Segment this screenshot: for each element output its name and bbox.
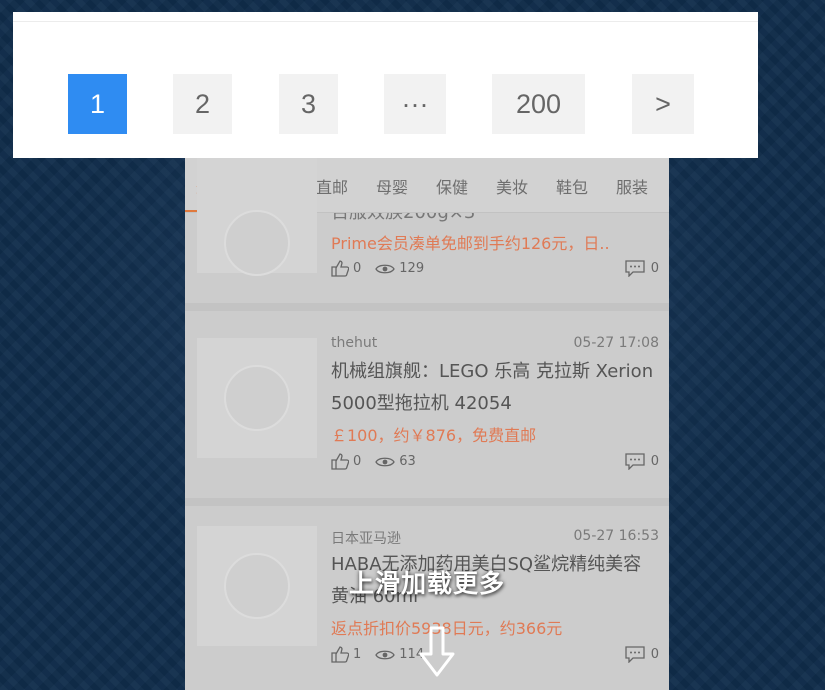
thumbs-up-icon[interactable] <box>331 646 349 663</box>
placeholder-logo-icon <box>224 365 290 431</box>
divider <box>185 303 669 311</box>
post-price: 返点折扣价5938日元，约366元 <box>331 619 563 638</box>
comment-count: 0 <box>650 454 659 469</box>
tab-bags-shoes[interactable]: 鞋包 <box>556 174 588 198</box>
view-count: 63 <box>399 454 416 469</box>
mobile-screen: 最新 最热 直邮 母婴 保健 美妆 鞋包 服装 百服效族200g×3 Prime… <box>185 158 669 690</box>
eye-icon <box>375 264 396 273</box>
view-count: 129 <box>399 261 425 276</box>
thumbs-up-icon[interactable] <box>331 453 349 470</box>
post-comments[interactable]: 0 <box>625 646 659 663</box>
product-thumbnail <box>197 338 317 458</box>
post-source: thehut <box>331 335 378 351</box>
post-price: Prime会员凑单免邮到手约126元，日.. <box>331 234 610 253</box>
page-button-3[interactable]: 3 <box>279 74 338 134</box>
placeholder-logo-icon <box>224 210 290 276</box>
comment-count: 0 <box>650 261 659 276</box>
comment-count: 0 <box>650 647 659 662</box>
page-button-1[interactable]: 1 <box>68 74 127 134</box>
post-source: 日本亚马逊 <box>331 531 401 547</box>
page-button-200[interactable]: 200 <box>492 74 585 134</box>
thumbs-up-icon[interactable] <box>331 260 349 277</box>
post-stats: 0 129 <box>331 260 438 277</box>
tab-baby[interactable]: 母婴 <box>376 174 408 198</box>
post-comments[interactable]: 0 <box>625 453 659 470</box>
comment-icon <box>625 260 645 277</box>
comment-icon <box>625 646 645 663</box>
post-time: 05-27 17:08 <box>573 335 659 351</box>
post-title: 机械组旗舰：LEGO 乐高 克拉斯 Xerion 5000型拖拉机 42054 <box>331 361 654 414</box>
page-button-2[interactable]: 2 <box>173 74 232 134</box>
tab-beauty[interactable]: 美妆 <box>496 174 528 198</box>
eye-icon <box>375 650 396 659</box>
post-time: 05-27 16:53 <box>573 528 659 544</box>
list-item[interactable]: 百服效族200g×3 Prime会员凑单免邮到手约126元，日.. 0 129 … <box>185 158 669 303</box>
post-comments[interactable]: 0 <box>625 260 659 277</box>
post-stats: 0 63 <box>331 453 430 470</box>
like-count: 0 <box>353 261 362 276</box>
tab-direct-mail[interactable]: 直邮 <box>316 174 348 198</box>
tab-clothing[interactable]: 服装 <box>616 174 648 198</box>
page-ellipsis: ··· <box>384 74 446 134</box>
next-page-button[interactable]: > <box>632 74 694 134</box>
list-item[interactable]: thehut 05-27 17:08 机械组旗舰：LEGO 乐高 克拉斯 Xer… <box>185 311 669 498</box>
product-thumbnail <box>197 158 317 276</box>
like-count: 0 <box>353 454 362 469</box>
pull-up-load-more-caption: 上滑加载更多 <box>348 569 505 598</box>
divider <box>185 498 669 506</box>
tab-health[interactable]: 保健 <box>436 174 468 198</box>
post-price: ￡100，约￥876，免费直邮 <box>331 426 537 445</box>
divider <box>13 21 758 22</box>
pagination-panel: 1 2 3 ··· 200 > <box>13 12 758 158</box>
eye-icon <box>375 457 396 466</box>
arrow-down-icon <box>419 626 455 677</box>
comment-icon <box>625 453 645 470</box>
like-count: 1 <box>353 647 362 662</box>
